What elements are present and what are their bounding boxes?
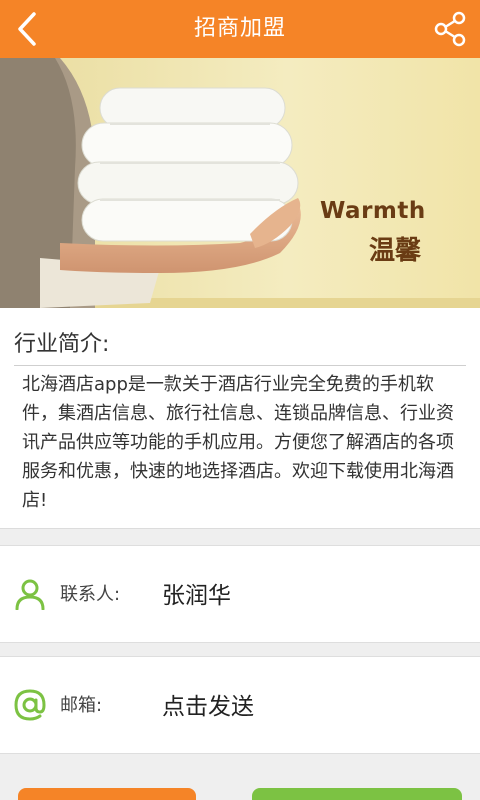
contact-label: 联系人: bbox=[60, 584, 121, 605]
divider bbox=[14, 365, 466, 366]
contact-name: 张润华 bbox=[162, 583, 231, 609]
intro-section: 行业简介: 北海酒店app是一款关于酒店行业完全免费的手机软件，集酒店信息、旅行… bbox=[0, 308, 480, 529]
banner-text-cn: 温馨 bbox=[369, 236, 422, 266]
share-icon bbox=[434, 11, 466, 47]
page-title: 招商加盟 bbox=[193, 16, 286, 41]
banner-image: Warmth 温馨 bbox=[0, 58, 480, 308]
share-button[interactable] bbox=[432, 11, 468, 47]
email-row[interactable]: 邮箱: 点击发送 bbox=[0, 656, 480, 754]
towels-illustration bbox=[0, 58, 480, 308]
bottom-actions bbox=[0, 788, 480, 800]
top-bar: 招商加盟 bbox=[0, 0, 480, 58]
green-action-button[interactable] bbox=[252, 788, 462, 800]
intro-body: 北海酒店app是一款关于酒店行业完全免费的手机软件，集酒店信息、旅行社信息、连锁… bbox=[22, 374, 454, 511]
contact-row: 联系人: 张润华 bbox=[0, 545, 480, 643]
banner-text-en: Warmth bbox=[320, 198, 426, 224]
person-icon bbox=[15, 579, 45, 610]
email-label: 邮箱: bbox=[60, 695, 103, 716]
intro-heading: 行业简介: bbox=[14, 332, 110, 357]
email-send-link[interactable]: 点击发送 bbox=[162, 687, 254, 721]
app-screen: 招商加盟 Warmth 温馨 行业简介: 北海酒店app是一款关于酒店行业完全免… bbox=[0, 0, 480, 800]
orange-action-button[interactable] bbox=[18, 788, 196, 800]
at-icon bbox=[14, 689, 46, 721]
